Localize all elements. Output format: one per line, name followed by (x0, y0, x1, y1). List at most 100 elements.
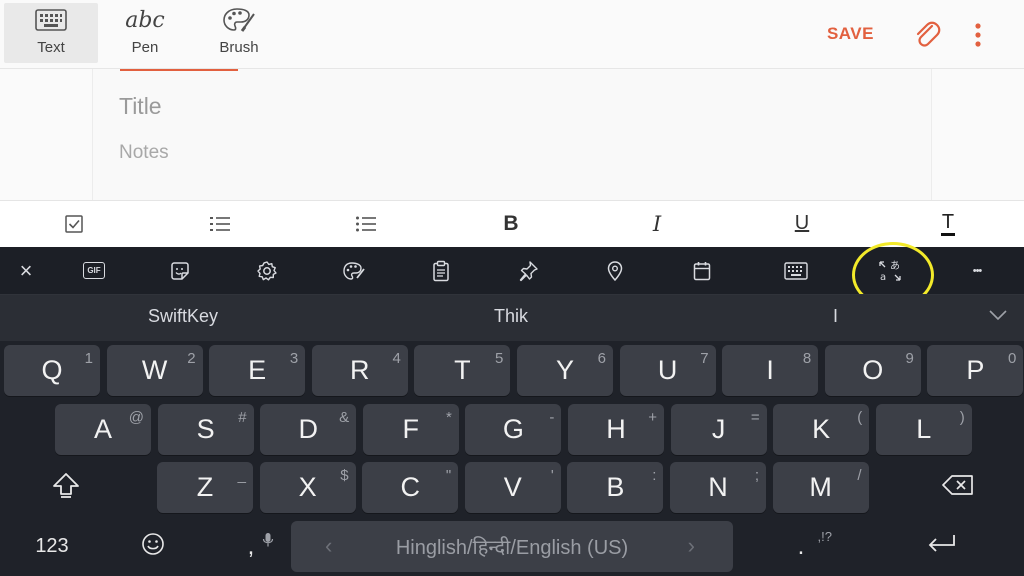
checkbox-icon[interactable] (54, 200, 94, 247)
numbers-key[interactable]: 123 (22, 521, 82, 572)
key-label: S (196, 414, 215, 444)
key-label: V (503, 472, 522, 502)
mode-pen-label: Pen (131, 39, 159, 56)
key-v[interactable]: V ' (464, 462, 561, 513)
emoji-key[interactable] (128, 521, 178, 572)
key-label: W (141, 355, 168, 385)
numbered-list-icon[interactable] (200, 200, 240, 247)
key-c[interactable]: C " (362, 462, 459, 513)
period-label: . (797, 532, 805, 560)
key-label: F (402, 414, 420, 444)
close-icon[interactable]: × (6, 247, 46, 294)
key-secondary: + (648, 409, 657, 426)
gif-label: GIF (83, 262, 105, 279)
key-t[interactable]: T5 (414, 345, 511, 396)
key-secondary: @ (128, 409, 144, 426)
chevron-down-icon[interactable] (988, 308, 1008, 327)
save-button[interactable]: SAVE (827, 24, 874, 44)
key-label: Q (41, 355, 63, 385)
key-x[interactable]: X $ (259, 462, 356, 513)
theme-icon[interactable] (334, 247, 374, 294)
notes-field[interactable]: Notes (119, 142, 169, 164)
keyboard-layout-icon[interactable] (776, 247, 816, 294)
period-secondary: ,!? (817, 529, 832, 544)
bullet-list-icon[interactable] (346, 200, 386, 247)
key-secondary: $ (340, 467, 349, 484)
key-p[interactable]: P0 (927, 345, 1024, 396)
key-n[interactable]: N; (670, 462, 766, 513)
calendar-icon[interactable] (682, 247, 722, 294)
space-key[interactable]: ‹ Hinglish/हिन्दी/English (US) › (291, 521, 733, 572)
key-h[interactable]: H + (568, 404, 664, 455)
key-secondary: 2 (187, 350, 196, 367)
key-secondary: 5 (495, 350, 504, 367)
key-b[interactable]: B: (567, 462, 664, 513)
key-label: N (708, 472, 728, 502)
bold-icon[interactable]: B (491, 200, 531, 247)
key-secondary: & (339, 409, 350, 426)
more-icon[interactable]: ••• (957, 247, 997, 294)
period-key[interactable]: . ,!? (776, 521, 832, 572)
suggestion-2[interactable]: Thik (494, 306, 528, 327)
key-z[interactable]: Z _ (157, 462, 253, 513)
mode-brush-label: Brush (219, 39, 259, 56)
key-j[interactable]: J = (670, 404, 767, 455)
key-g[interactable]: G- (465, 404, 562, 455)
key-d[interactable]: D & (260, 404, 357, 455)
pin-icon[interactable] (508, 247, 548, 294)
key-label: H (606, 414, 626, 444)
key-m[interactable]: M / (772, 462, 869, 513)
mode-brush-button[interactable]: Brush (192, 3, 286, 63)
key-q[interactable]: Q1 (4, 345, 100, 396)
handwriting-icon: abc (125, 7, 165, 33)
key-i[interactable]: I8 (722, 345, 819, 396)
comma-key[interactable]: , (226, 521, 276, 572)
mode-text-button[interactable]: Text (4, 3, 98, 63)
key-a[interactable]: A @ (55, 404, 151, 455)
key-o[interactable]: O9 (824, 345, 921, 396)
key-secondary: 7 (700, 350, 709, 367)
key-k[interactable]: K( (773, 404, 870, 455)
key-label: T (454, 355, 471, 385)
mode-pen-button[interactable]: abc Pen (98, 3, 192, 63)
key-label: E (248, 355, 267, 385)
key-e[interactable]: E3 (209, 345, 306, 396)
space-left-arrow: ‹ (325, 533, 333, 558)
key-w[interactable]: W2 (106, 345, 203, 396)
text-style-icon[interactable]: T (928, 200, 968, 247)
key-secondary: ) (959, 409, 965, 426)
key-secondary: 9 (905, 350, 914, 367)
key-secondary: 0 (1008, 350, 1017, 367)
space-right-arrow: › (687, 533, 695, 558)
key-f[interactable]: F * (362, 404, 459, 455)
location-icon[interactable] (595, 247, 635, 294)
shift-key[interactable] (36, 462, 96, 513)
key-r[interactable]: R4 (311, 345, 408, 396)
key-u[interactable]: U7 (619, 345, 716, 396)
suggestion-1[interactable]: SwiftKey (148, 306, 218, 327)
key-l[interactable]: L) (875, 404, 972, 455)
clipboard-icon[interactable] (421, 247, 461, 294)
suggestion-3[interactable]: I (833, 306, 838, 327)
sticker-icon[interactable] (160, 247, 200, 294)
key-label: Z (196, 472, 214, 502)
key-secondary: # (238, 409, 247, 426)
key-label: D (298, 414, 318, 444)
more-options-icon[interactable] (970, 20, 986, 55)
underline-icon[interactable]: U (782, 200, 822, 247)
key-label: G (502, 414, 524, 444)
backspace-key[interactable] (925, 462, 991, 513)
settings-icon[interactable] (247, 247, 287, 294)
title-field[interactable]: Title (119, 93, 162, 120)
shift-icon (51, 470, 81, 505)
gif-icon[interactable]: GIF (74, 247, 114, 294)
key-secondary: ; (754, 467, 759, 484)
attach-icon[interactable] (912, 20, 942, 55)
enter-key[interactable] (912, 521, 972, 572)
italic-icon[interactable]: I (637, 200, 677, 247)
key-s[interactable]: S # (157, 404, 254, 455)
key-label: C (400, 472, 420, 502)
key-y[interactable]: Y6 (517, 345, 613, 396)
key-label: A (93, 414, 112, 444)
key-label: B (606, 472, 625, 502)
